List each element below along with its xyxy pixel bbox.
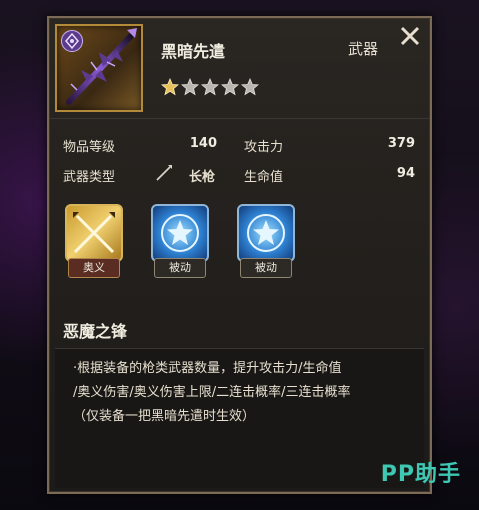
skill-desc-line: /奥义伤害/奥义伤害上限/二连击概率/三连击概率 (73, 385, 351, 400)
item-name: 黑暗先遣 (161, 42, 226, 61)
star-empty-icon (201, 78, 219, 96)
star-empty-icon (221, 78, 239, 96)
rarity-stars (161, 78, 259, 96)
skill-slot-ougi[interactable]: 奥义 (65, 204, 123, 284)
skill-slot-passive-1[interactable]: 被动 (151, 204, 209, 284)
item-level-label: 物品等级 (63, 140, 116, 155)
star-empty-icon (241, 78, 259, 96)
watermark: PP助手 (380, 462, 461, 487)
star-shield-icon (151, 204, 209, 262)
star-filled-icon (161, 78, 179, 96)
item-category: 武器 (348, 40, 379, 58)
weapon-type-label: 武器类型 (63, 170, 116, 185)
element-type-badge (61, 30, 83, 52)
header-divider (49, 118, 430, 119)
skill-title: 恶魔之锋 (63, 322, 128, 341)
hp-label: 生命值 (244, 170, 284, 185)
attack-label: 攻击力 (244, 140, 284, 155)
spear-type-icon (156, 165, 172, 181)
item-detail-panel: 黑暗先遣 武器 物品等级 140 攻击力 379 武器类型 长枪 生命值 94 (47, 16, 432, 494)
close-button[interactable] (398, 24, 422, 48)
attack-value: 379 (387, 136, 415, 151)
skill-desc-line: （仅装备一把黑暗先遣时生效） (73, 409, 256, 424)
weapon-thumbnail (55, 24, 143, 112)
item-level-value: 140 (189, 136, 217, 151)
star-empty-icon (181, 78, 199, 96)
weapon-type-value: 长枪 (189, 170, 216, 185)
hp-value: 94 (396, 166, 415, 181)
skill-slot-passive-2[interactable]: 被动 (237, 204, 295, 284)
crossed-spears-icon (65, 204, 123, 262)
skill-description-box: ·根据装备的枪类武器数量，提升攻击力/生命值 /奥义伤害/奥义伤害上限/二连击概… (55, 348, 424, 488)
star-shield-icon (237, 204, 295, 262)
close-icon (400, 26, 420, 46)
skill-desc-line: ·根据装备的枪类武器数量，提升攻击力/生命值 (73, 361, 342, 376)
